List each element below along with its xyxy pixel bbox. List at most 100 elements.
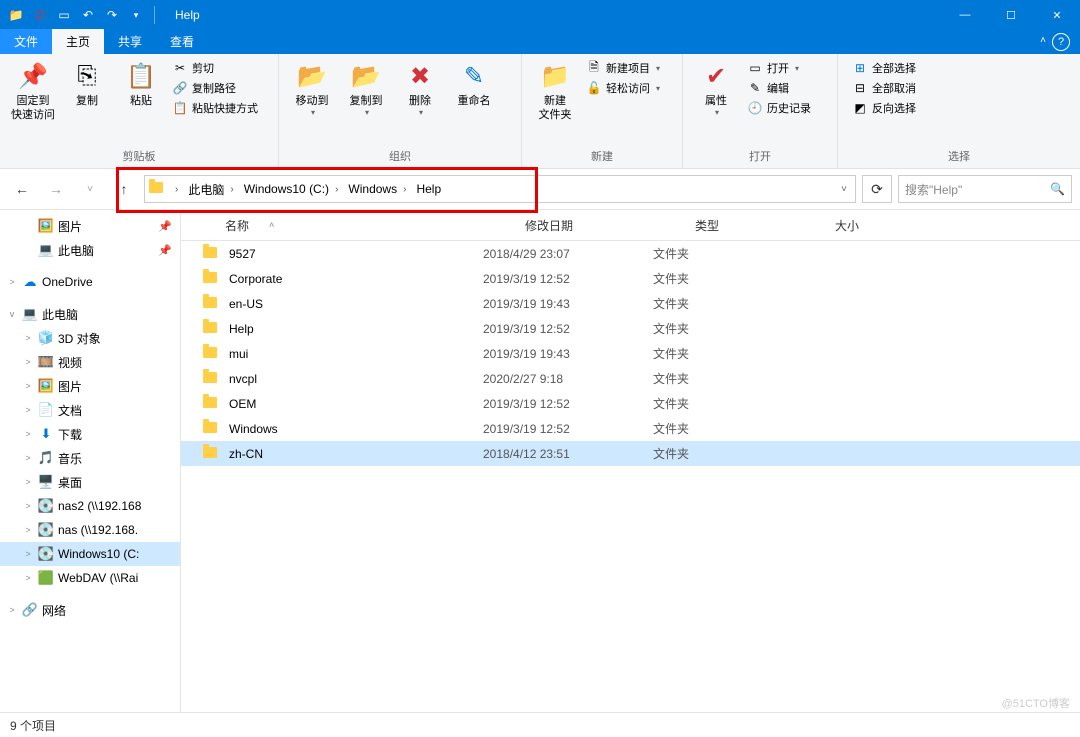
expand-icon[interactable]: > — [6, 277, 18, 287]
nav-up-button[interactable]: ↑ — [110, 175, 138, 203]
tree-item[interactable]: >⬇下载 — [0, 422, 180, 446]
newitem-icon: 🗎 — [586, 60, 602, 76]
breadcrumb-2[interactable]: Windows› — [346, 182, 414, 196]
breadcrumb-0[interactable]: 此电脑› — [186, 181, 241, 198]
properties-icon[interactable]: ▭ — [54, 5, 74, 25]
paste-button[interactable]: 📋 粘贴 — [114, 58, 168, 108]
column-size[interactable]: 大小 — [835, 217, 1080, 234]
expand-icon[interactable]: > — [22, 501, 34, 511]
expand-icon[interactable]: > — [22, 405, 34, 415]
properties-button[interactable]: ✔属性▾ — [689, 58, 743, 117]
search-placeholder: 搜索"Help" — [905, 181, 962, 198]
expand-icon[interactable]: v — [6, 309, 18, 319]
pin-icon: 📌 — [158, 244, 172, 257]
address-bar[interactable]: › 此电脑› Windows10 (C:)› Windows› Help ˅ — [144, 175, 856, 203]
file-row[interactable]: OEM2019/3/19 12:52文件夹 — [181, 391, 1080, 416]
rename-button[interactable]: ✎重命名 — [447, 58, 501, 108]
redo-icon[interactable]: ↷ — [102, 5, 122, 25]
help-icon[interactable]: ? — [1052, 33, 1070, 51]
tab-view[interactable]: 查看 — [156, 29, 208, 54]
expand-icon[interactable]: > — [22, 381, 34, 391]
tab-home[interactable]: 主页 — [52, 29, 104, 54]
address-dropdown-icon[interactable]: ˅ — [837, 184, 851, 195]
tree-item[interactable]: 🖼️图片📌 — [0, 214, 180, 238]
copy-button[interactable]: ⎘ 复制 — [60, 58, 114, 108]
expand-icon[interactable]: > — [22, 453, 34, 463]
column-date[interactable]: 修改日期 — [525, 217, 695, 234]
search-input[interactable]: 搜索"Help" 🔍 — [898, 175, 1072, 203]
refresh-button[interactable]: ⟳ — [862, 175, 892, 203]
breadcrumb-3[interactable]: Help — [414, 182, 443, 196]
navigation-pane[interactable]: 🖼️图片📌💻此电脑📌 >☁OneDrive v💻此电脑>🧊3D 对象>🎞️视频>🖼️… — [0, 210, 181, 712]
tree-item[interactable]: >🎞️视频 — [0, 350, 180, 374]
expand-icon[interactable]: > — [22, 477, 34, 487]
tree-item[interactable]: >🎵音乐 — [0, 446, 180, 470]
column-type[interactable]: 类型 — [695, 217, 835, 234]
file-row[interactable]: Windows2019/3/19 12:52文件夹 — [181, 416, 1080, 441]
file-row[interactable]: 95272018/4/29 23:07文件夹 — [181, 241, 1080, 266]
move-to-button[interactable]: 📂移动到▾ — [285, 58, 339, 117]
breadcrumb-sep[interactable]: › — [167, 184, 186, 195]
tree-item[interactable]: >🟩WebDAV (\\Rai — [0, 566, 180, 590]
pin-to-quick-access-button[interactable]: 📌 固定到 快速访问 — [6, 58, 60, 122]
tree-item[interactable]: >📄文档 — [0, 398, 180, 422]
tree-item[interactable]: 💻此电脑📌 — [0, 238, 180, 262]
tree-item[interactable]: >🖼️图片 — [0, 374, 180, 398]
qat-dropdown-icon[interactable]: ▾ — [126, 5, 146, 25]
open-button[interactable]: ▭打开▾ — [747, 60, 811, 76]
file-row[interactable]: mui2019/3/19 19:43文件夹 — [181, 341, 1080, 366]
copy-to-button[interactable]: 📂复制到▾ — [339, 58, 393, 117]
file-list[interactable]: 95272018/4/29 23:07文件夹Corporate2019/3/19… — [181, 241, 1080, 712]
tab-share[interactable]: 共享 — [104, 29, 156, 54]
tree-item[interactable]: >💽Windows10 (C: — [0, 542, 180, 566]
invert-selection-button[interactable]: ◩反向选择 — [852, 100, 916, 116]
undo-icon[interactable]: ↶ — [78, 5, 98, 25]
maximize-button[interactable]: ☐ — [988, 0, 1034, 30]
nav-back-button[interactable]: ← — [8, 175, 36, 203]
file-date: 2018/4/12 23:51 — [483, 447, 653, 461]
edit-button[interactable]: ✎编辑 — [747, 80, 811, 96]
close-button[interactable]: ✕ — [1034, 0, 1080, 30]
select-none-button[interactable]: ⊟全部取消 — [852, 80, 916, 96]
file-row[interactable]: nvcpl2020/2/27 9:18文件夹 — [181, 366, 1080, 391]
paste-shortcut-button[interactable]: 📋粘贴快捷方式 — [172, 100, 258, 116]
file-row[interactable]: zh-CN2018/4/12 23:51文件夹 — [181, 441, 1080, 466]
file-row[interactable]: Help2019/3/19 12:52文件夹 — [181, 316, 1080, 341]
delete-button[interactable]: ✖删除▾ — [393, 58, 447, 117]
column-name[interactable]: 名称˄ — [181, 217, 525, 234]
nav-forward-button[interactable]: → — [42, 175, 70, 203]
select-all-button[interactable]: ⊞全部选择 — [852, 60, 916, 76]
minimize-button[interactable]: — — [942, 0, 988, 30]
easy-access-button[interactable]: 🔓轻松访问▾ — [586, 80, 660, 96]
copy-path-button[interactable]: 🔗复制路径 — [172, 80, 258, 96]
expand-icon[interactable]: > — [22, 525, 34, 535]
tree-item[interactable]: >🧊3D 对象 — [0, 326, 180, 350]
paste-icon: 📋 — [125, 60, 157, 92]
status-bar: 9 个项目 — [0, 712, 1080, 737]
expand-icon[interactable]: > — [22, 357, 34, 367]
file-row[interactable]: en-US2019/3/19 19:43文件夹 — [181, 291, 1080, 316]
tree-item[interactable]: v💻此电脑 — [0, 302, 180, 326]
tree-item[interactable]: >☁OneDrive — [0, 270, 180, 294]
expand-icon[interactable]: > — [22, 333, 34, 343]
file-row[interactable]: Corporate2019/3/19 12:52文件夹 — [181, 266, 1080, 291]
status-text: 9 个项目 — [10, 717, 56, 734]
nav-history-dropdown[interactable]: ˅ — [76, 175, 104, 203]
expand-icon[interactable]: > — [22, 573, 34, 583]
tree-item[interactable]: >🔗网络 — [0, 598, 180, 622]
check-icon[interactable]: ☑ — [30, 5, 50, 25]
tree-item[interactable]: >💽nas (\\192.168. — [0, 518, 180, 542]
expand-icon[interactable]: > — [6, 605, 18, 615]
cut-button[interactable]: ✂剪切 — [172, 60, 258, 76]
new-item-button[interactable]: 🗎新建项目▾ — [586, 60, 660, 76]
history-button[interactable]: 🕘历史记录 — [747, 100, 811, 116]
breadcrumb-1[interactable]: Windows10 (C:)› — [242, 182, 347, 196]
new-folder-button[interactable]: 📁新建 文件夹 — [528, 58, 582, 122]
ribbon-expand-icon[interactable]: ˄ — [1040, 35, 1046, 46]
tree-item[interactable]: >💽nas2 (\\192.168 — [0, 494, 180, 518]
file-type: 文件夹 — [653, 320, 793, 337]
tree-item[interactable]: >🖥️桌面 — [0, 470, 180, 494]
expand-icon[interactable]: > — [22, 549, 34, 559]
tab-file[interactable]: 文件 — [0, 29, 52, 54]
expand-icon[interactable]: > — [22, 429, 34, 439]
